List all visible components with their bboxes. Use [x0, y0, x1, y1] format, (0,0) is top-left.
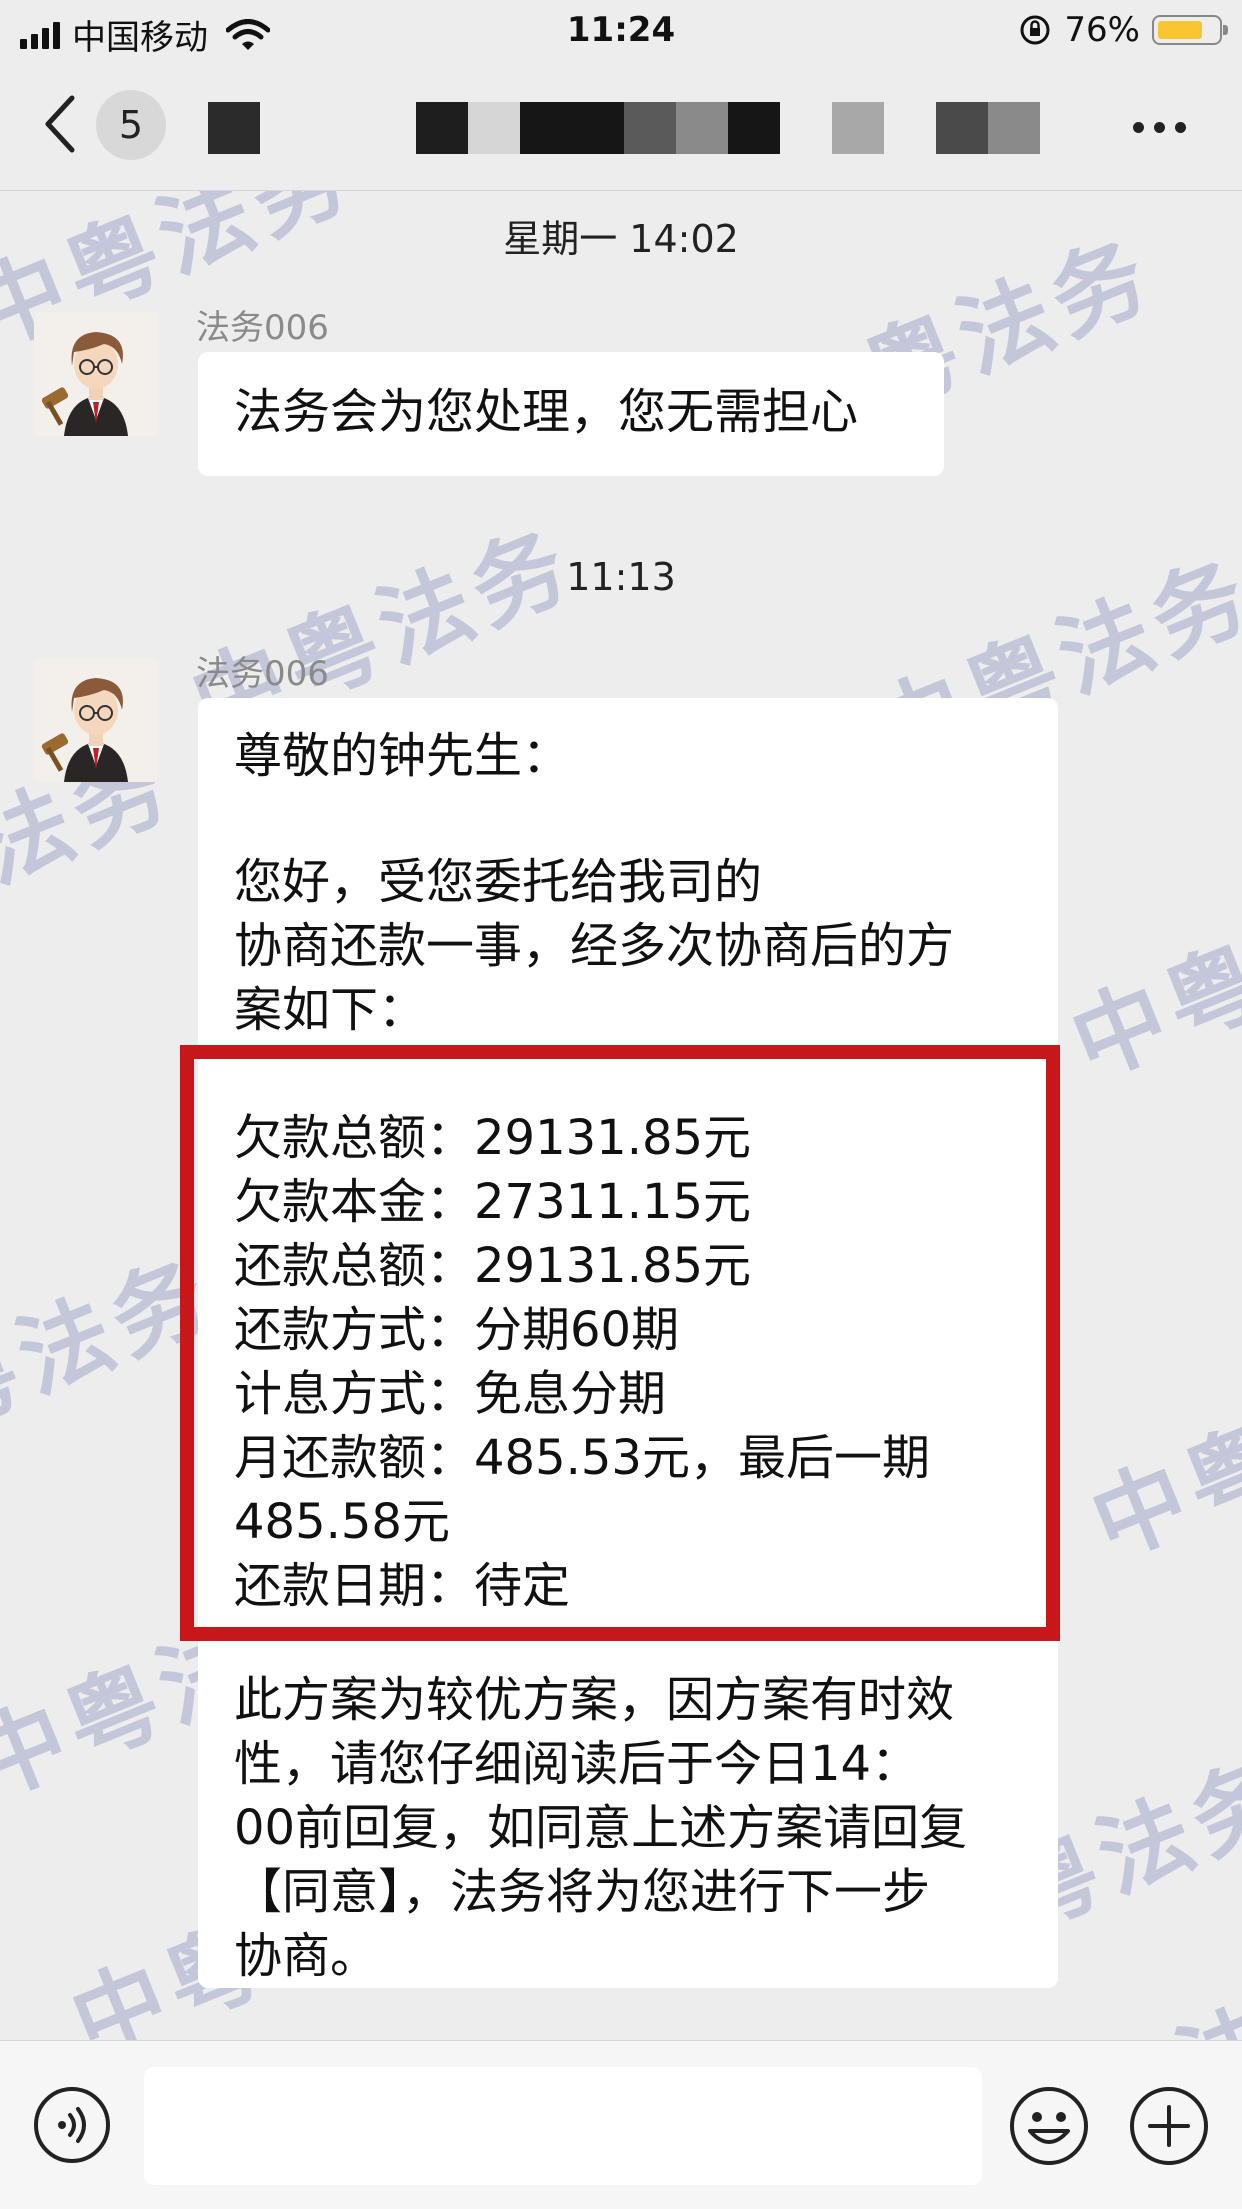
battery-percent: 76% [1064, 10, 1140, 50]
status-right: 76% [1018, 10, 1228, 50]
redacted-title-block [676, 102, 728, 154]
add-more-icon[interactable] [1128, 2085, 1210, 2167]
lawyer-avatar-icon [34, 658, 158, 782]
back-chevron-icon[interactable] [42, 94, 76, 154]
redacted-title-block [520, 102, 624, 154]
highlight-annotation-box [180, 1045, 1060, 1641]
battery-icon [1152, 15, 1228, 45]
message-input[interactable] [144, 2067, 982, 2185]
unread-count-badge[interactable]: 5 [96, 90, 166, 160]
redacted-title-block [936, 102, 988, 154]
message-closing: 此方案为较优方案，因方案有时效 性，请您仔细阅读后于今日14： 00前回复，如同… [234, 1672, 968, 1984]
message-time-label: 星期一 14:02 [503, 217, 739, 261]
sender-name: 法务006 [196, 654, 329, 694]
sender-avatar[interactable] [34, 658, 158, 782]
status-bar: 中国移动 11:24 76% [0, 0, 1242, 62]
chat-nav-bar: 5 [0, 62, 1242, 191]
redacted-title-block [468, 102, 520, 154]
message-intro: 您好，受您委托给我司的 协商还款一事，经多次协商后的方 案如下： [234, 854, 955, 1038]
watermark: 中粤法务 [1057, 849, 1242, 1099]
sender-name: 法务006 [196, 308, 329, 348]
emoji-icon[interactable] [1008, 2085, 1090, 2167]
message-time-label: 11:13 [566, 555, 676, 599]
message-text: 法务会为您处理，您无需担心 [234, 384, 859, 440]
watermark: 中粤法务 [1077, 1329, 1242, 1579]
voice-input-icon[interactable] [32, 2085, 112, 2165]
redacted-title-block [728, 102, 780, 154]
more-options-icon[interactable] [1133, 122, 1186, 133]
message-greeting: 尊敬的钟先生： [234, 728, 571, 784]
redacted-title-block [832, 102, 884, 154]
rotation-lock-icon [1020, 15, 1050, 45]
redacted-title-block [624, 102, 676, 154]
chat-input-bar [0, 2040, 1242, 2209]
redacted-title-block [988, 102, 1040, 154]
message-bubble[interactable]: 法务会为您处理，您无需担心 [198, 352, 944, 476]
redacted-title-block [208, 102, 260, 154]
redacted-title-block [416, 102, 468, 154]
battery-level [1158, 21, 1202, 39]
lawyer-avatar-icon [34, 312, 158, 436]
sender-avatar[interactable] [34, 312, 158, 436]
